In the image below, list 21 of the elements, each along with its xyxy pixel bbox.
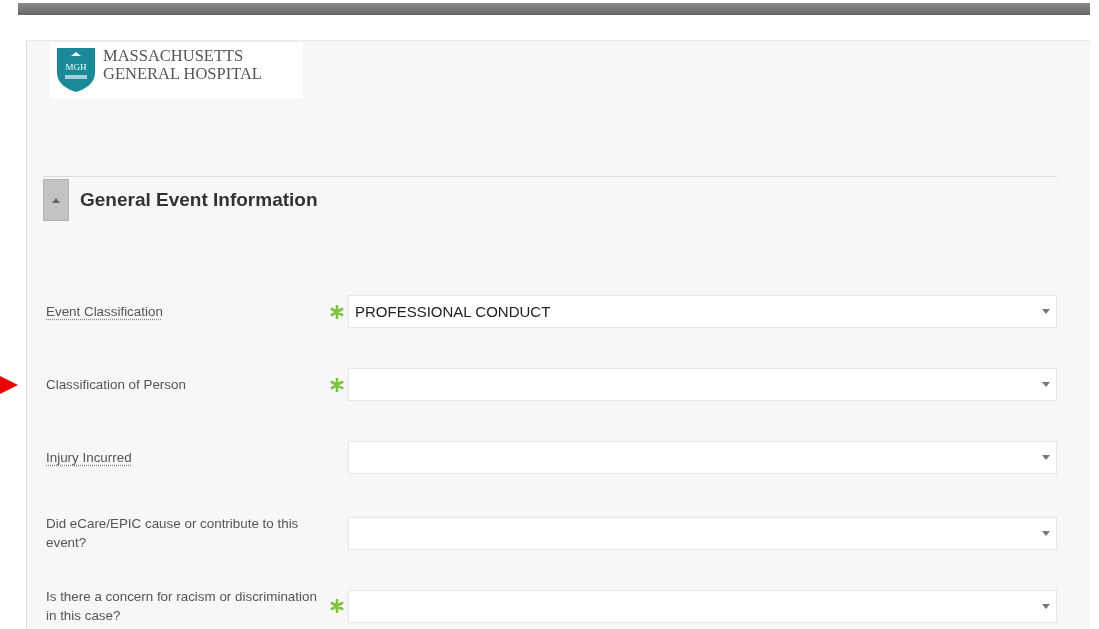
- badge-text: MGH: [65, 62, 87, 72]
- caret-icon: [1042, 530, 1050, 536]
- dropdown-field[interactable]: PROFESSIONAL CONDUCT: [348, 295, 1057, 328]
- collapse-button[interactable]: [43, 179, 69, 221]
- section-title: General Event Information: [80, 189, 318, 211]
- caret-icon: [1042, 455, 1050, 460]
- dropdown-field[interactable]: [348, 441, 1057, 474]
- field-label: Event Classification: [46, 303, 164, 321]
- dropdown-field[interactable]: [348, 589, 1057, 623]
- caret-icon: [1042, 603, 1050, 609]
- field-label: Is there a concern for racism or discrimination in this case?: [46, 588, 318, 625]
- dropdown-field[interactable]: [348, 368, 1057, 401]
- field-label: Injury Incurred: [46, 449, 133, 467]
- caret-icon: [1042, 382, 1050, 387]
- field-label: Did eCare/EPIC cause or contribute to this event?: [46, 515, 300, 552]
- caret-icon: [52, 197, 60, 203]
- dropdown-field[interactable]: [348, 516, 1057, 550]
- field-label: Classification of Person: [46, 376, 187, 394]
- logo-text: MASSACHUSETTS: [103, 47, 245, 65]
- caret-icon: [1042, 309, 1050, 314]
- logo-text: GENERAL HOSPITAL: [103, 65, 262, 83]
